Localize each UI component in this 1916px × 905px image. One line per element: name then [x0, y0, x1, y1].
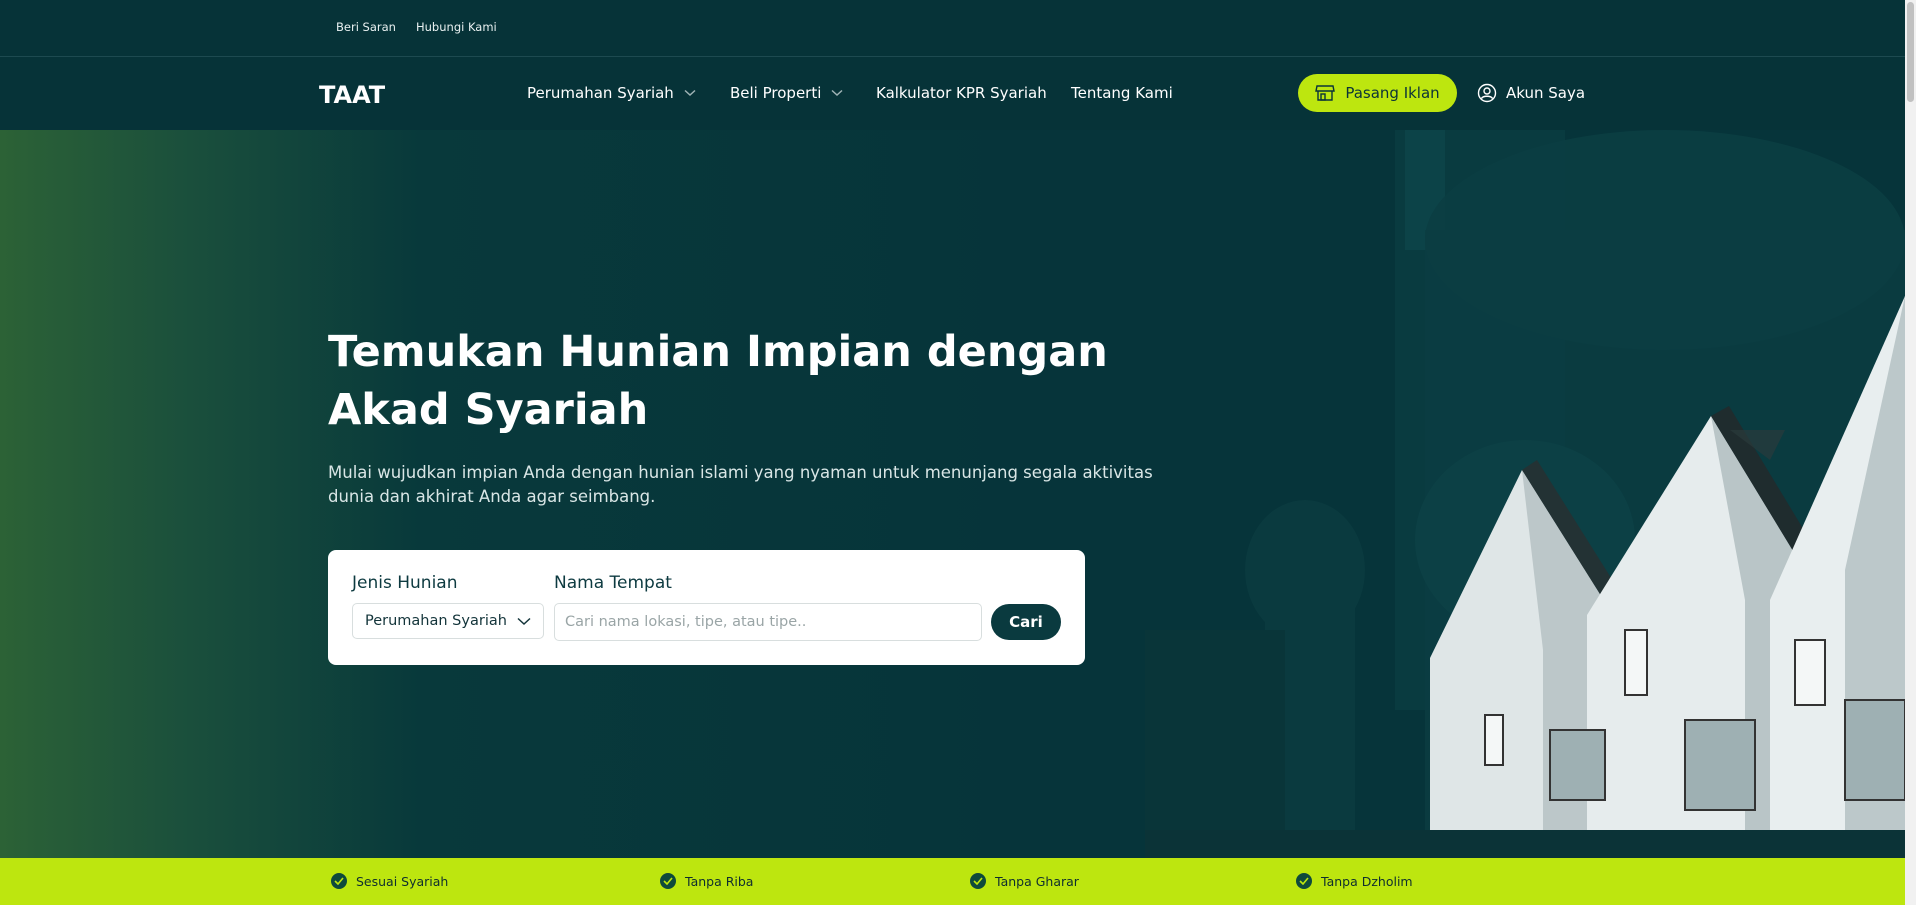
pasang-iklan-button[interactable]: Pasang Iklan	[1298, 74, 1457, 112]
nav-kalkulator-kpr[interactable]: Kalkulator KPR Syariah	[876, 84, 1047, 102]
user-circle-icon	[1477, 83, 1497, 103]
scrollbar-thumb[interactable]	[1907, 2, 1914, 102]
mosque-houses-illustration	[1145, 130, 1905, 858]
chevron-down-icon	[831, 89, 843, 97]
nav-label: Tentang Kami	[1071, 84, 1173, 102]
main-navbar: TAAT Perumahan Syariah Beli Properti Kal…	[0, 57, 1905, 130]
page-scrollbar[interactable]	[1905, 0, 1916, 905]
jenis-hunian-select[interactable]: Perumahan Syariah	[352, 603, 544, 639]
check-circle-icon	[660, 873, 676, 889]
top-utility-bar: Beri Saran Hubungi Kami	[0, 0, 1905, 57]
link-beri-saran[interactable]: Beri Saran	[336, 20, 396, 34]
link-hubungi-kami[interactable]: Hubungi Kami	[416, 20, 497, 34]
jenis-hunian-value: Perumahan Syariah	[365, 613, 507, 629]
chevron-down-icon	[684, 89, 696, 97]
feature-item: Tanpa Dzholim	[1296, 873, 1413, 889]
nav-tentang-kami[interactable]: Tentang Kami	[1071, 84, 1173, 102]
features-strip: Sesuai Syariah Tanpa Riba Tanpa Gharar T…	[0, 858, 1905, 905]
check-circle-icon	[1296, 873, 1312, 889]
jenis-hunian-label: Jenis Hunian	[352, 573, 458, 593]
feature-item: Tanpa Gharar	[970, 873, 1079, 889]
hero-section: Temukan Hunian Impian dengan Akad Syaria…	[0, 130, 1905, 858]
check-circle-icon	[331, 873, 347, 889]
feature-item: Sesuai Syariah	[331, 873, 448, 889]
pasang-iklan-label: Pasang Iklan	[1345, 84, 1440, 102]
akun-saya-label: Akun Saya	[1506, 84, 1586, 102]
nav-label: Beli Properti	[730, 84, 822, 102]
akun-saya-button[interactable]: Akun Saya	[1477, 83, 1585, 103]
hero-title: Temukan Hunian Impian dengan Akad Syaria…	[328, 327, 1108, 435]
feature-item: Tanpa Riba	[660, 873, 753, 889]
taat-logo[interactable]: TAAT	[319, 82, 399, 106]
nama-tempat-label: Nama Tempat	[554, 573, 672, 593]
search-card: Jenis Hunian Nama Tempat Perumahan Syari…	[328, 550, 1085, 665]
feature-label: Tanpa Dzholim	[1321, 873, 1413, 889]
cari-button[interactable]: Cari	[991, 604, 1061, 640]
nav-label: Kalkulator KPR Syariah	[876, 84, 1047, 102]
store-icon	[1315, 85, 1336, 101]
svg-text:TAAT: TAAT	[319, 82, 386, 106]
nama-tempat-input[interactable]	[554, 603, 982, 641]
nav-label: Perumahan Syariah	[527, 84, 674, 102]
hero-subtitle: Mulai wujudkan impian Anda dengan hunian…	[328, 463, 1153, 506]
nav-perumahan-syariah[interactable]: Perumahan Syariah	[527, 84, 696, 102]
check-circle-icon	[970, 873, 986, 889]
feature-label: Sesuai Syariah	[356, 873, 449, 889]
feature-label: Tanpa Riba	[685, 873, 754, 889]
feature-label: Tanpa Gharar	[995, 873, 1079, 889]
chevron-down-icon	[517, 617, 531, 625]
nav-beli-properti[interactable]: Beli Properti	[730, 84, 843, 102]
